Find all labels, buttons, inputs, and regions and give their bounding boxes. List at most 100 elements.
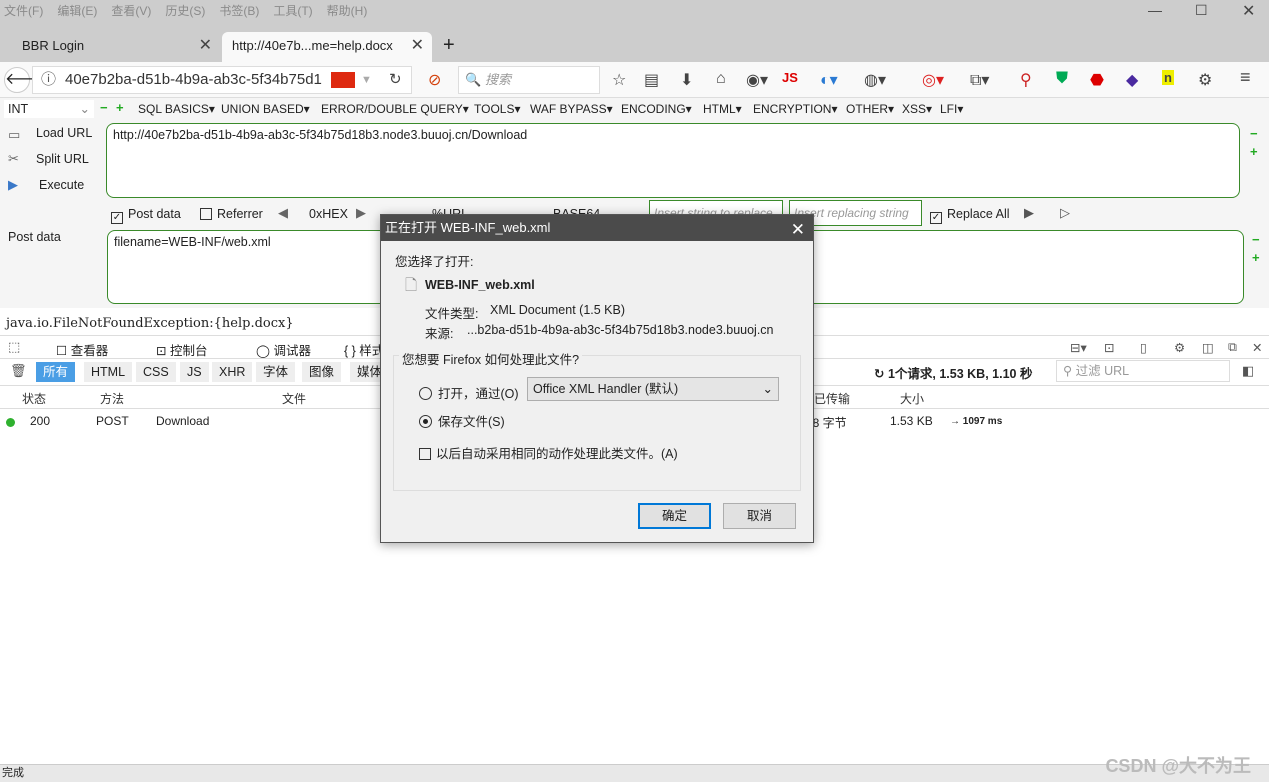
url-textarea[interactable]: http://40e7b2ba-d51b-4b9a-ab3c-5f34b75d1… xyxy=(106,123,1240,198)
tab-style[interactable]: { } 样式 xyxy=(344,340,384,359)
js-icon[interactable]: JS xyxy=(782,70,798,85)
menu-html[interactable]: HTML▾ xyxy=(703,102,742,116)
dock-side-icon[interactable]: ◫ xyxy=(1202,340,1214,355)
add-field-icon[interactable]: + xyxy=(1252,250,1260,265)
remove-field-icon[interactable]: − xyxy=(1250,126,1258,141)
column-size[interactable]: 大小 xyxy=(900,390,924,407)
column-method[interactable]: 方法 xyxy=(100,390,124,407)
app-select[interactable]: Office XML Handler (默认) ⌄ xyxy=(527,377,779,401)
hackbar-icon[interactable]: ◎▾ xyxy=(922,70,944,90)
close-icon[interactable]: ✕ xyxy=(1252,340,1262,355)
globe-icon[interactable]: ◉▾ xyxy=(746,70,768,90)
close-window-button[interactable]: ✕ xyxy=(1242,1,1255,21)
encode-left-icon[interactable]: ◀ xyxy=(278,205,288,221)
palette-icon[interactable]: ◍▾ xyxy=(864,70,886,90)
replace-button-icon[interactable]: ▶ xyxy=(1024,205,1034,221)
dropdown-icon[interactable]: ▼ xyxy=(361,67,372,93)
split-url-button[interactable]: Split URL xyxy=(36,152,89,166)
reload-icon[interactable]: ↻ xyxy=(389,67,402,93)
translate-icon[interactable]: ◐▾ xyxy=(820,70,838,90)
column-file[interactable]: 文件 xyxy=(282,390,306,407)
maximize-button[interactable]: ☐ xyxy=(1195,2,1208,19)
menu-error-double-query[interactable]: ERROR/DOUBLE QUERY▾ xyxy=(321,102,469,116)
menu-other[interactable]: OTHER▾ xyxy=(846,102,894,116)
remember-checkbox[interactable]: 以后自动采用相同的动作处理此类文件。(A) xyxy=(419,443,678,462)
load-url-button[interactable]: Load URL xyxy=(36,126,92,140)
menu-file[interactable]: 文件(F) xyxy=(4,4,43,18)
menu-xss[interactable]: XSS▾ xyxy=(902,102,932,116)
download-icon[interactable]: ⬇ xyxy=(680,70,693,90)
cancel-button[interactable]: 取消 xyxy=(723,503,796,529)
add-field-icon[interactable]: + xyxy=(1250,144,1258,159)
ok-button[interactable]: 确定 xyxy=(638,503,711,529)
minimize-button[interactable]: — xyxy=(1148,2,1162,18)
filter-js[interactable]: JS xyxy=(180,362,209,382)
adblock-icon[interactable]: ⬣ xyxy=(1090,70,1104,90)
replace-next-icon[interactable]: ▷ xyxy=(1060,205,1070,221)
referrer-checkbox[interactable]: Referrer xyxy=(200,207,263,221)
filter-images[interactable]: 图像 xyxy=(302,362,342,382)
post-data-checkbox[interactable]: ✓ Post data xyxy=(111,207,181,224)
layout-icon[interactable]: ⊟▾ xyxy=(1070,340,1087,355)
remove-field-icon[interactable]: − xyxy=(1252,232,1260,247)
column-transferred[interactable]: 已传输 xyxy=(814,390,850,407)
menu-bookmarks[interactable]: 书签(B) xyxy=(219,4,259,18)
menu-union-based[interactable]: UNION BASED▾ xyxy=(221,102,310,116)
sidebar-toggle-icon[interactable]: ◧ xyxy=(1242,363,1254,379)
menu-sql-basics[interactable]: SQL BASICS▾ xyxy=(138,102,215,116)
increase-icon[interactable]: + xyxy=(116,100,124,115)
tab-bbr-login[interactable]: BBR Login ✕ xyxy=(0,32,220,62)
menu-encryption[interactable]: ENCRYPTION▾ xyxy=(753,102,837,116)
tab-active[interactable]: http://40e7b...me=help.docx ✕ xyxy=(222,32,432,62)
extension-icon[interactable]: ⧉▾ xyxy=(970,70,989,90)
reader-icon[interactable]: ▤ xyxy=(644,70,659,90)
menu-waf-bypass[interactable]: WAF BYPASS▾ xyxy=(530,102,613,116)
filter-all[interactable]: 所有 xyxy=(36,362,76,382)
picker-icon[interactable]: ⬚ xyxy=(8,339,20,355)
n-extension-icon[interactable]: n xyxy=(1162,70,1174,85)
filter-url-input[interactable]: ⚲ 过滤 URL xyxy=(1056,360,1230,382)
menu-history[interactable]: 历史(S) xyxy=(165,4,205,18)
undock-icon[interactable]: ⧉ xyxy=(1228,340,1237,355)
menu-help[interactable]: 帮助(H) xyxy=(327,4,368,18)
menu-lfi[interactable]: LFI▾ xyxy=(940,102,963,116)
close-tab-icon[interactable]: ✕ xyxy=(199,32,212,60)
filter-xhr[interactable]: XHR xyxy=(212,362,253,382)
trash-icon[interactable]: 🗑 xyxy=(10,363,27,379)
filter-fonts[interactable]: 字体 xyxy=(256,362,296,382)
zoom-icon[interactable]: ⚲ xyxy=(1020,70,1032,90)
bookmark-star-icon[interactable]: ☆ xyxy=(612,70,626,90)
decrease-icon[interactable]: − xyxy=(100,100,108,115)
filter-html[interactable]: HTML xyxy=(84,362,133,382)
save-file-radio[interactable]: 保存文件(S) xyxy=(419,411,505,430)
hamburger-menu-icon[interactable]: ≡ xyxy=(1240,67,1251,88)
layers-icon[interactable]: ◆ xyxy=(1126,70,1138,90)
tab-debugger[interactable]: ◯ 调试器 xyxy=(256,340,311,359)
close-tab-icon[interactable]: ✕ xyxy=(411,32,424,60)
info-icon[interactable]: ⓘ xyxy=(41,67,56,93)
url-bar[interactable]: ⓘ 40e7b2ba-d51b-4b9a-ab3c-5f34b75d1 ▼ ↻ xyxy=(32,66,412,94)
menu-view[interactable]: 查看(V) xyxy=(111,4,151,18)
menu-encoding[interactable]: ENCODING▾ xyxy=(621,102,692,116)
close-icon[interactable]: ✕ xyxy=(791,217,805,243)
open-with-radio[interactable]: 打开，通过(O) xyxy=(419,383,519,402)
filter-css[interactable]: CSS xyxy=(136,362,176,382)
new-tab-button[interactable]: + xyxy=(443,34,455,57)
search-input[interactable]: 🔍 搜索 xyxy=(458,66,600,94)
menu-tools[interactable]: TOOLS▾ xyxy=(474,102,520,116)
decode-right-icon[interactable]: ▶ xyxy=(356,205,366,221)
shield-icon[interactable]: ⛊ xyxy=(1056,70,1068,88)
settings-icon[interactable]: ⚙ xyxy=(1198,70,1212,90)
console-split-icon[interactable]: ⊡ xyxy=(1104,340,1114,355)
replace-all-checkbox[interactable]: ✓ Replace All xyxy=(930,207,1010,224)
execute-button[interactable]: Execute xyxy=(39,178,84,192)
menu-edit[interactable]: 编辑(E) xyxy=(57,4,97,18)
noscript-icon[interactable]: ⊘ xyxy=(428,70,441,90)
home-icon[interactable]: ⌂ xyxy=(716,70,726,88)
tab-inspector[interactable]: ☐ 查看器 xyxy=(56,340,108,359)
injection-type-select[interactable]: INT ⌄ xyxy=(4,100,94,118)
responsive-icon[interactable]: ▯ xyxy=(1140,340,1147,355)
gear-icon[interactable]: ⚙ xyxy=(1174,340,1185,355)
menu-tools[interactable]: 工具(T) xyxy=(273,4,312,18)
tab-console[interactable]: ⊡ 控制台 xyxy=(156,340,207,359)
